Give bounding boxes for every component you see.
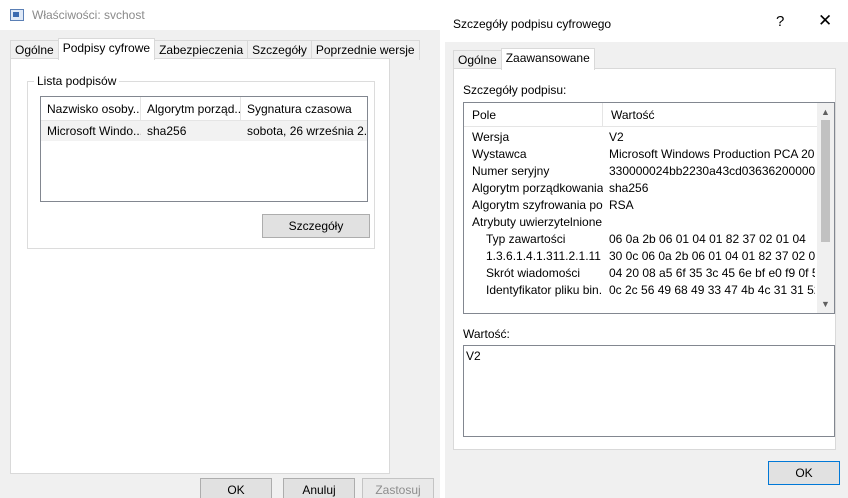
advanced-panel: Szczegóły podpisu: Pole Wartość Wersja V2… <box>453 68 836 450</box>
scrollbar-thumb[interactable] <box>821 120 830 242</box>
window-app-icon <box>10 9 24 21</box>
scroll-down-arrow-icon[interactable]: ▼ <box>821 299 830 309</box>
property-field: Numer seryjny <box>472 164 550 178</box>
property-row[interactable]: Algorytm porządkowania sha256 <box>464 180 834 197</box>
help-icon[interactable]: ? <box>776 13 784 30</box>
property-field: Atrybuty uwierzytelnione <box>472 215 603 229</box>
property-field: Wystawca <box>472 147 527 161</box>
property-row[interactable]: Numer seryjny 330000024bb2230a43cd0363620… <box>464 163 834 180</box>
property-value <box>603 214 815 231</box>
property-row[interactable]: Wystawca Microsoft Windows Production PCA… <box>464 146 834 163</box>
signature-properties-list[interactable]: Pole Wartość Wersja V2 Wystawca Microsoft W… <box>463 102 835 314</box>
signature-list-group: Lista podpisów Nazwisko osoby... Algoryt… <box>27 74 375 249</box>
property-field: Algorytm porządkowania <box>472 181 603 195</box>
tab-advanced[interactable]: Zaawansowane <box>500 48 595 70</box>
details-ok-button[interactable]: OK <box>768 461 840 485</box>
property-field: Skrót wiadomości <box>486 266 581 280</box>
properties-list-header: Pole Wartość <box>464 103 834 127</box>
tab-general[interactable]: Ogólne <box>453 50 502 70</box>
properties-window-title: Właściwości: svchost <box>32 8 145 22</box>
digest-algorithm-cell: sha256 <box>147 124 187 138</box>
signature-details-title: Szczegóły podpisu cyfrowego <box>453 17 612 31</box>
property-row[interactable]: 1.3.6.1.4.1.311.2.1.11 30 0c 06 0a 2b 06 … <box>464 248 834 265</box>
property-field: Typ zawartości <box>486 232 566 246</box>
property-value: 30 0c 06 0a 2b 06 01 04 01 82 37 02 01 1 <box>609 249 815 263</box>
digital-signatures-panel: Lista podpisów Nazwisko osoby... Algoryt… <box>10 58 390 474</box>
property-value: V2 <box>609 130 624 144</box>
property-row[interactable]: Identyfikator pliku bin... 0c 2c 56 49 68… <box>464 282 834 299</box>
property-row[interactable]: Algorytm szyfrowania po... RSA <box>464 197 834 214</box>
properties-scrollbar[interactable]: ▲ ▼ <box>817 103 834 313</box>
properties-rows: Wersja V2 Wystawca Microsoft Windows Produc… <box>464 127 834 299</box>
property-value: 06 0a 2b 06 01 04 01 82 37 02 01 04 <box>609 232 806 246</box>
scroll-up-arrow-icon[interactable]: ▲ <box>821 107 830 117</box>
column-header-digest-algorithm[interactable]: Algorytm porząd... <box>141 97 241 120</box>
properties-tabs: Ogólne Podpisy cyfrowe Zabezpieczenia Sz… <box>10 38 420 60</box>
properties-window: Właściwości: svchost Ogólne Podpisy cyfr… <box>0 0 440 498</box>
timestamp-cell: sobota, 26 września 2... <box>247 124 367 138</box>
column-header-timestamp[interactable]: Sygnatura czasowa <box>241 97 367 120</box>
signature-details-window: Szczegóły podpisu cyfrowego ? ✕ Ogólne Z… <box>445 0 848 498</box>
property-value: 0c 2c 56 49 68 49 33 47 4b 4c 31 31 52 .… <box>609 283 815 297</box>
property-row[interactable]: Atrybuty uwierzytelnione <box>464 214 834 231</box>
property-value: Microsoft Windows Production PCA 2011, <box>609 147 815 161</box>
property-row[interactable]: Skrót wiadomości 04 20 08 a5 6f 35 3c 45 … <box>464 265 834 282</box>
value-label: Wartość: <box>463 327 510 341</box>
properties-titlebar: Właściwości: svchost <box>0 0 440 30</box>
signature-list[interactable]: Nazwisko osoby... Algorytm porząd... Syg… <box>40 96 368 202</box>
signature-list-row[interactable]: Microsoft Windo... sha256 sobota, 26 wrz… <box>41 121 367 141</box>
column-header-value[interactable]: Wartość <box>603 103 819 126</box>
column-header-signer-name[interactable]: Nazwisko osoby... <box>41 97 141 120</box>
signature-details-titlebar: Szczegóły podpisu cyfrowego ? ✕ <box>445 0 848 42</box>
signature-list-header: Nazwisko osoby... Algorytm porząd... Syg… <box>41 97 367 121</box>
tab-previous-versions[interactable]: Poprzednie wersje <box>310 40 420 60</box>
apply-button[interactable]: Zastosuj <box>362 478 434 498</box>
tab-general[interactable]: Ogólne <box>10 40 59 60</box>
property-value: sha256 <box>609 181 649 195</box>
property-field: Wersja <box>472 130 510 144</box>
signature-details-tabs: Ogólne Zaawansowane <box>453 48 595 70</box>
signer-name-cell: Microsoft Windo... <box>47 124 141 138</box>
tab-security[interactable]: Zabezpieczenia <box>154 40 249 60</box>
signature-list-label: Lista podpisów <box>34 74 120 88</box>
tab-digital-signatures[interactable]: Podpisy cyfrowe <box>57 38 156 60</box>
ok-button[interactable]: OK <box>200 478 272 498</box>
signature-details-label: Szczegóły podpisu: <box>463 83 567 97</box>
property-row[interactable]: Wersja V2 <box>464 129 834 146</box>
column-header-field[interactable]: Pole <box>464 103 603 126</box>
value-textbox[interactable]: V2 <box>463 345 835 437</box>
close-icon[interactable]: ✕ <box>818 11 832 31</box>
details-button[interactable]: Szczegóły <box>262 214 370 238</box>
cancel-button[interactable]: Anuluj <box>283 478 355 498</box>
property-field: Identyfikator pliku bin... <box>486 283 603 297</box>
property-field: Algorytm szyfrowania po... <box>472 198 603 212</box>
property-row[interactable]: Typ zawartości 06 0a 2b 06 01 04 01 82 37… <box>464 231 834 248</box>
property-value: 04 20 08 a5 6f 35 3c 45 6e bf e0 f9 0f 5 <box>609 266 815 280</box>
property-value: RSA <box>609 198 634 212</box>
property-field: 1.3.6.1.4.1.311.2.1.11 <box>486 249 601 263</box>
tab-details[interactable]: Szczegóły <box>247 40 312 60</box>
property-value: 330000024bb2230a43cd036362000000... <box>609 164 815 178</box>
